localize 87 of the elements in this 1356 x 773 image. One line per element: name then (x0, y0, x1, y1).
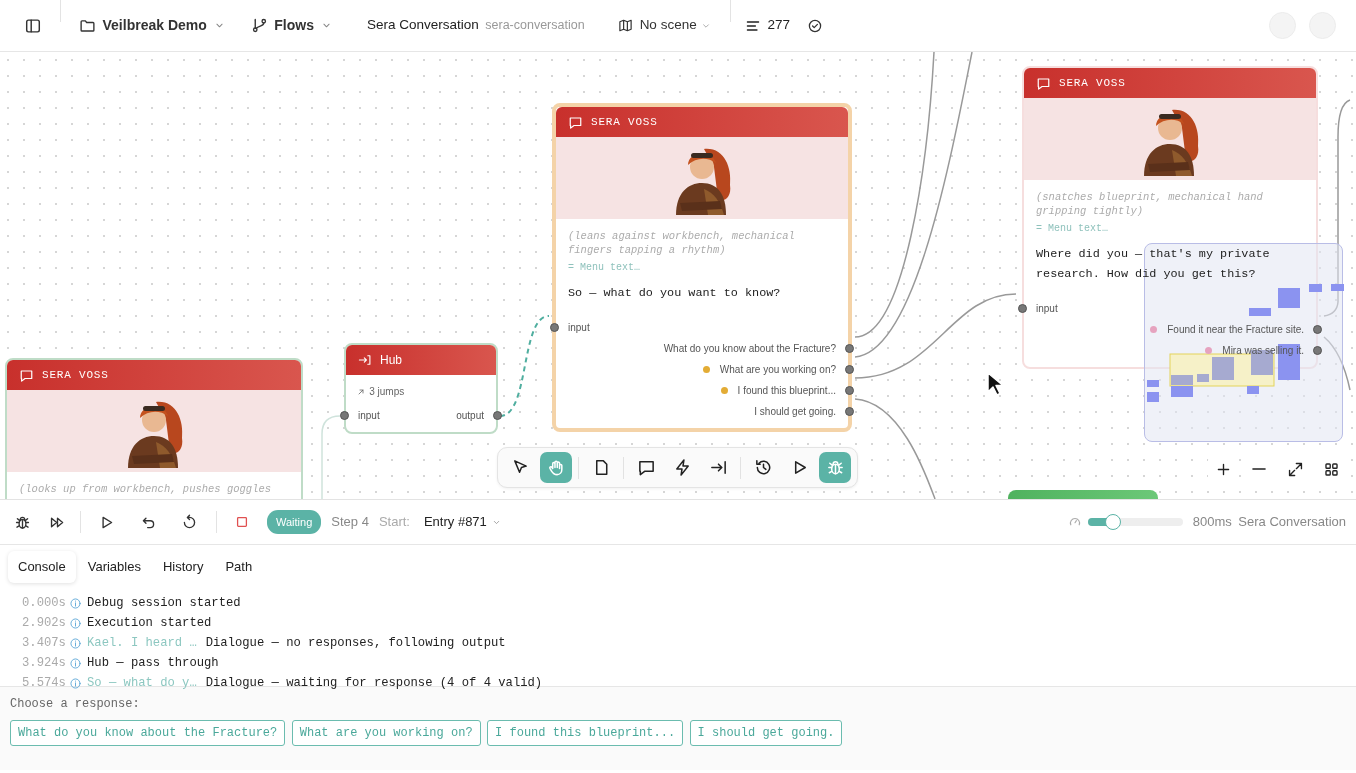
start-entry-dropdown[interactable]: Entry #871 (419, 512, 506, 532)
input-port[interactable] (340, 411, 349, 420)
speaker-name: SERA VOSS (1059, 75, 1126, 91)
entry-count: 277 (767, 16, 790, 35)
output-port[interactable] (845, 385, 854, 395)
speech-bubble-icon (636, 458, 656, 477)
dialogue-text: So — what do you want to know? (568, 284, 782, 302)
stage-direction: (looks up from workbench, pushes goggles (19, 482, 273, 496)
menu-text-field[interactable]: = Menu text… (1036, 221, 1304, 236)
log-preview: So — what do y… (87, 674, 197, 692)
log-message: Execution started (87, 614, 212, 632)
connector-line (1323, 336, 1351, 391)
arrow-up-right-icon (356, 386, 366, 397)
response-option: I should get going. (754, 403, 836, 419)
panel-tab[interactable]: Console (8, 551, 76, 583)
response-option: I found this blueprint... (737, 382, 836, 398)
node-title: Hub (380, 352, 402, 369)
log-time: 3.407s (22, 634, 64, 652)
log-preview: Kael. I heard … (87, 634, 197, 652)
dialogue-text: Where did you — that's my private research. How did you get this? (1036, 245, 1271, 283)
scene-dropdown[interactable]: No scene (614, 15, 716, 36)
bug-icon (825, 458, 845, 477)
log-time: 5.574s (22, 674, 64, 692)
sidebar-icon (24, 16, 42, 35)
expand-icon (1286, 460, 1304, 478)
info-icon (69, 656, 82, 670)
speech-bubble-icon (19, 367, 34, 383)
info-icon (69, 676, 82, 690)
response-option: Found it near the Fracture site. (1167, 321, 1304, 337)
port-label: input (1036, 301, 1058, 316)
output-port[interactable] (845, 364, 854, 374)
output-port[interactable] (1313, 324, 1322, 334)
port-label: input (568, 320, 590, 335)
response-option: What are you working on? (719, 361, 836, 377)
flow-name: Sera Conversation (1238, 513, 1346, 532)
output-port[interactable] (1313, 345, 1322, 355)
project-dropdown[interactable]: Veilbreak Demo (75, 15, 231, 36)
info-icon (69, 596, 82, 610)
map-icon (618, 18, 634, 33)
log-message: Debug session started (87, 594, 241, 612)
response-prompt: Choose a response: (10, 696, 141, 713)
log-time: 0.000s (22, 594, 64, 612)
log-time: 2.902s (22, 614, 64, 632)
output-port[interactable] (845, 343, 854, 353)
history-icon (753, 458, 773, 477)
response-option: What do you know about the Fracture? (663, 340, 836, 356)
log-message: Hub — pass through (87, 654, 219, 672)
slider-thumb[interactable] (1104, 514, 1121, 530)
folder-icon (79, 17, 96, 34)
info-icon (69, 636, 82, 650)
speaker-name: SERA VOSS (42, 367, 109, 383)
status-badge: Waiting (267, 509, 322, 535)
step-label: Step 4 (331, 513, 369, 532)
stage-direction: (snatches blueprint, mechanical hand gripping tightly) (1036, 190, 1264, 218)
port-label: input (358, 409, 380, 423)
section-dropdown[interactable]: Flows (246, 15, 338, 36)
menu-text-field[interactable]: = Menu text… (568, 260, 836, 275)
panel-tab[interactable]: Path (215, 551, 263, 583)
speech-bubble-icon (1036, 75, 1051, 91)
minus-icon (1252, 468, 1266, 470)
arrow-to-line-icon (708, 458, 728, 477)
log-message: Dialogue — no responses, following output (205, 634, 506, 652)
output-port[interactable] (845, 406, 854, 416)
node-card[interactable]: SERA VOSS (looks up from workbench, pushes goggles (5, 358, 303, 499)
node-card[interactable] (552, 103, 852, 432)
output-port[interactable] (493, 411, 502, 420)
port-label: output (456, 409, 484, 423)
log-message: Dialogue — waiting for response (4 of 4 valid) (205, 674, 543, 692)
flow-slug: sera-conversation (485, 17, 585, 35)
branch-icon (250, 17, 268, 34)
start-label: Start: (378, 513, 410, 532)
speech-bubble-icon (568, 114, 583, 130)
check-circle-icon (807, 17, 824, 34)
panel-tab[interactable]: Variables (77, 551, 151, 583)
enter-icon (358, 353, 372, 367)
speaker-name: SERA VOSS (591, 114, 658, 130)
speed-reading: 800ms (1192, 513, 1232, 532)
hand-icon (546, 458, 566, 477)
jump-count: 3 jumps (369, 385, 405, 399)
flow-title: Sera Conversation (366, 16, 479, 35)
grid-icon (1322, 460, 1340, 478)
input-port[interactable] (550, 322, 559, 332)
panel-tab[interactable]: History (152, 551, 214, 583)
log-time: 3.924s (22, 654, 64, 672)
info-icon (69, 616, 82, 630)
stage-direction: (leans against workbench, mechanical fingers tapping a rhythm) (568, 229, 796, 257)
input-port[interactable] (1018, 303, 1027, 313)
